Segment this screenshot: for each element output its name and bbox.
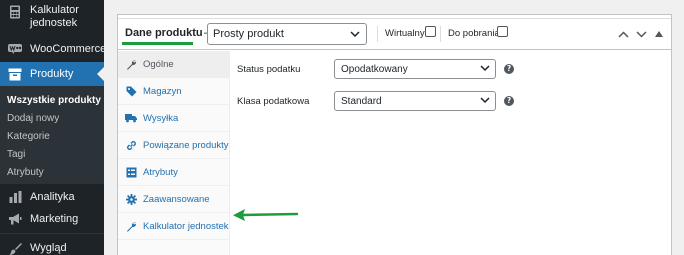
product-type-select[interactable]: Prosty produkt [207, 23, 367, 45]
tax-status-select[interactable]: Opodatkowany [334, 59, 496, 79]
title-highlight-underline [122, 42, 193, 45]
archive-icon [7, 66, 23, 82]
link-icon [125, 139, 137, 151]
tag-icon [125, 85, 137, 97]
tab-label: Ogólne [143, 58, 174, 70]
list-icon [125, 166, 137, 178]
sidebar-item-label: jednostek [30, 17, 78, 29]
tab-separator [118, 239, 229, 240]
admin-sidebar: Kalkulator jednostek WooCommerce Produkt… [0, 0, 107, 255]
tab-label: Magazyn [143, 85, 182, 97]
tab-advanced[interactable]: Zaawansowane [118, 186, 229, 212]
tab-inventory[interactable]: Magazyn [118, 78, 229, 104]
submenu-item-tags[interactable]: Tagi [7, 149, 25, 160]
metabox-title: Dane produktu [125, 27, 203, 39]
virtual-checkbox[interactable] [425, 26, 436, 37]
chevron-down-icon [480, 96, 490, 107]
brush-icon [7, 240, 23, 255]
tab-label: Kalkulator jednostek [143, 220, 229, 232]
header-separator [377, 26, 378, 42]
toggle-panel-button[interactable] [652, 27, 666, 41]
virtual-label: Wirtualny: [385, 28, 428, 39]
bar-chart-icon [7, 189, 23, 205]
gear-icon [125, 193, 137, 205]
sidebar-item-woocommerce[interactable]: WooCommerce [0, 39, 107, 59]
sidebar-item-label: Wygląd [30, 242, 67, 254]
sidebar-item-label: WooCommerce [30, 43, 107, 55]
sidebar-item-appearance[interactable]: Wygląd [0, 238, 104, 255]
tab-label: Wysyłka [143, 112, 179, 124]
wrench-icon [125, 220, 137, 232]
sidebar-item-label: Produkty [30, 68, 74, 80]
submenu-item-categories[interactable]: Kategorie [7, 131, 50, 142]
downloadable-label: Do pobrania: [448, 28, 503, 39]
metabox-header: Dane produktu — Prosty produkt Wirtualny… [118, 19, 671, 50]
move-up-button[interactable] [616, 27, 630, 41]
product-data-metabox: Dane produktu — Prosty produkt Wirtualny… [117, 14, 672, 255]
chevron-down-icon [480, 64, 490, 75]
calculator-icon [7, 4, 23, 20]
woocommerce-icon [7, 41, 23, 57]
tax-class-value: Standard [341, 96, 382, 107]
tab-label: Zaawansowane [143, 193, 210, 205]
sidebar-item-label: Marketing [30, 213, 79, 225]
tax-status-label: Status podatku [237, 64, 301, 75]
tax-class-select[interactable]: Standard [334, 91, 496, 111]
tab-shipping[interactable]: Wysyłka [118, 105, 229, 131]
downloadable-checkbox[interactable] [497, 26, 508, 37]
megaphone-icon [7, 211, 23, 227]
move-down-button[interactable] [634, 27, 648, 41]
submenu-item-attributes[interactable]: Atrybuty [7, 167, 44, 178]
sidebar-item-products[interactable]: Produkty [0, 62, 104, 86]
help-icon[interactable]: ? [504, 64, 514, 74]
sidebar-item-marketing[interactable]: Marketing [0, 209, 104, 229]
tab-general[interactable]: Ogólne [118, 51, 229, 77]
tab-label: Powiązane produkty [143, 139, 229, 151]
current-menu-arrow [97, 67, 104, 81]
product-type-value: Prosty produkt [213, 28, 284, 40]
header-separator [440, 26, 441, 42]
help-icon[interactable]: ? [504, 96, 514, 106]
sidebar-item-calculator[interactable]: Kalkulator jednostek [0, 0, 104, 36]
product-data-tabs: Ogólne Magazyn Wysyłka Powiązane produkt… [118, 51, 230, 255]
tax-status-value: Opodatkowany [341, 64, 408, 75]
sidebar-divider [0, 233, 104, 234]
tab-attributes[interactable]: Atrybuty [118, 159, 229, 185]
tab-linked-products[interactable]: Powiązane produkty [118, 132, 229, 158]
sidebar-item-label: Kalkulator [30, 4, 79, 16]
chevron-down-icon [350, 29, 360, 41]
submenu-item-add-new[interactable]: Dodaj nowy [7, 113, 59, 124]
wrench-icon [125, 58, 137, 70]
sidebar-item-analytics[interactable]: Analityka [0, 187, 104, 207]
submenu-item-all-products[interactable]: Wszystkie produkty [7, 95, 101, 106]
sidebar-item-label: Analityka [30, 191, 75, 203]
products-submenu: Wszystkie produkty Dodaj nowy Kategorie … [0, 86, 104, 184]
truck-icon [125, 112, 137, 124]
tab-unit-calculator[interactable]: Kalkulator jednostek [118, 213, 229, 239]
annotation-arrow-icon [233, 209, 299, 221]
tab-label: Atrybuty [143, 166, 178, 178]
tax-class-label: Klasa podatkowa [237, 96, 310, 107]
